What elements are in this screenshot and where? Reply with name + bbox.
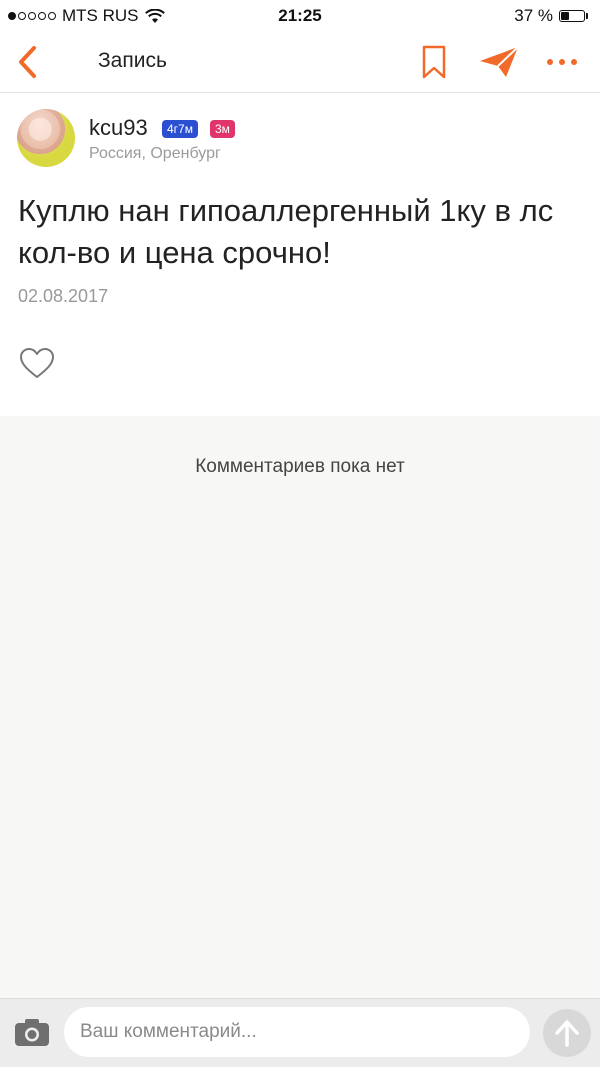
no-comments-message: Комментариев пока нет — [195, 456, 405, 477]
bookmark-icon[interactable] — [420, 44, 448, 80]
send-button[interactable] — [543, 1009, 591, 1057]
battery-percent: 37 % — [514, 6, 553, 25]
avatar[interactable] — [17, 109, 75, 167]
battery-icon — [559, 10, 585, 22]
post-text: Куплю нан гипоаллергенный 1ку в лс кол-в… — [18, 193, 554, 270]
comment-input[interactable] — [64, 1007, 530, 1057]
arrow-up-icon — [555, 1020, 579, 1047]
battery-fill — [561, 12, 569, 20]
heart-icon[interactable] — [18, 346, 56, 380]
child-age-badge: 4г7м — [162, 120, 198, 138]
child-age-badge: 3м — [210, 120, 235, 138]
more-options-icon[interactable] — [544, 44, 580, 80]
share-paper-plane-icon[interactable] — [478, 44, 520, 80]
status-right: 37 % — [514, 6, 588, 26]
status-bar: MTS RUS 21:25 37 % — [0, 0, 600, 32]
comment-composer — [0, 998, 600, 1067]
author-username[interactable]: kcu93 — [89, 115, 148, 141]
page-title: Запись — [98, 49, 167, 72]
battery-cap — [586, 13, 588, 19]
post-date: 02.08.2017 — [18, 286, 109, 306]
author-location: Россия, Оренбург — [89, 145, 221, 162]
camera-icon[interactable] — [14, 1017, 50, 1047]
post-card: kcu93 4г7м 3м Россия, Оренбург Куплю нан… — [0, 93, 600, 416]
navigation-bar: Запись — [0, 32, 600, 93]
clock: 21:25 — [278, 6, 322, 25]
back-chevron-icon[interactable] — [14, 44, 42, 80]
